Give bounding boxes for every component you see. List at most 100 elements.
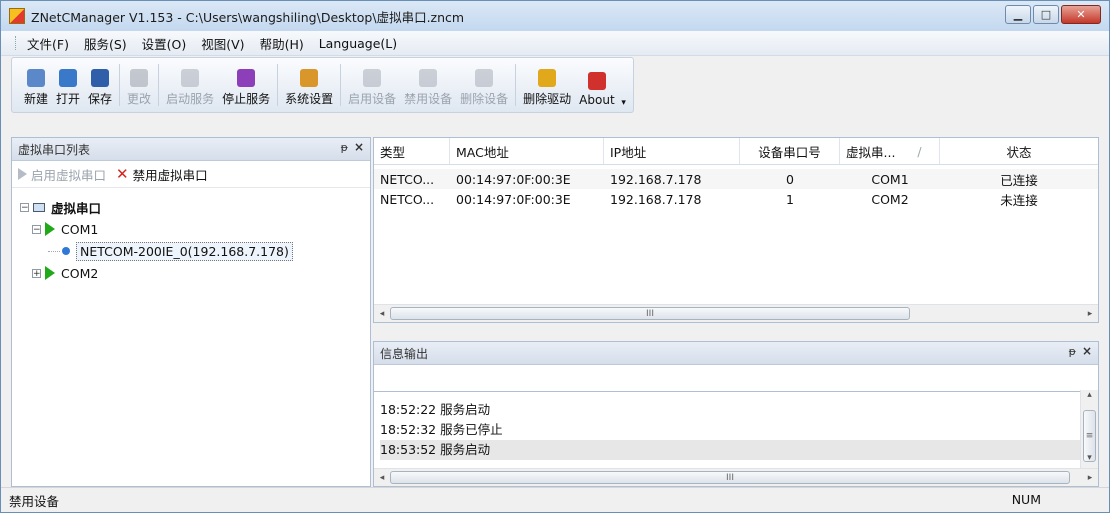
- output-pane-title: 信息输出: [380, 346, 429, 361]
- app-logo-icon: [9, 8, 25, 24]
- title-bar: ZNetCManager V1.153 - C:\Users\wangshili…: [1, 1, 1109, 31]
- edit-icon: [130, 69, 149, 87]
- enable-virtual-port-label: 启用虚拟串口: [31, 167, 107, 183]
- menu-grip-icon: [15, 36, 19, 50]
- minimize-button[interactable]: ▁: [1005, 5, 1031, 24]
- window-controls: ▁ □ ✕: [1005, 5, 1101, 24]
- log-line: 18:52:32 服务已停止: [380, 422, 503, 437]
- green-play-icon: [45, 266, 55, 280]
- menu-view[interactable]: 视图(V): [201, 34, 244, 53]
- disable-virtual-port-button[interactable]: ✕ 禁用虚拟串口: [116, 165, 208, 184]
- edit-button[interactable]: 更改: [123, 58, 155, 112]
- system-settings-button[interactable]: 系统设置: [281, 58, 337, 112]
- output-pane: 信息输出 ᵽ × 18:52:22 服务启动 18:52:32 服务已停止 18…: [373, 341, 1099, 487]
- save-button-label: 保存: [88, 92, 113, 106]
- scroll-left-icon[interactable]: ◂: [374, 309, 390, 319]
- scroll-left-icon[interactable]: ◂: [374, 473, 390, 483]
- pane-close-icon[interactable]: ×: [1082, 344, 1092, 358]
- open-button[interactable]: 打开: [52, 58, 84, 112]
- expand-icon[interactable]: +: [32, 268, 41, 278]
- tree-root-label: 虚拟串口: [51, 200, 102, 216]
- tree-item-com1[interactable]: − COM1: [20, 218, 370, 240]
- start-service-label: 启动服务: [166, 92, 215, 106]
- new-button[interactable]: 新建: [20, 58, 52, 112]
- menu-file[interactable]: 文件(F): [27, 34, 69, 53]
- cell-virtual-port: COM1: [871, 171, 909, 187]
- pane-close-icon[interactable]: ×: [354, 140, 364, 154]
- enable-virtual-port-button[interactable]: 启用虚拟串口: [18, 165, 106, 184]
- about-icon: [587, 72, 606, 90]
- scroll-right-icon[interactable]: ▸: [1082, 473, 1098, 483]
- disable-device-button[interactable]: 禁用设备: [400, 58, 456, 112]
- close-button[interactable]: ✕: [1061, 5, 1101, 24]
- toolbar-overflow-icon[interactable]: ▾: [619, 58, 629, 112]
- tree-item-device-label: NETCOM-200IE_0(192.168.7.178): [76, 241, 293, 261]
- pane-toolbar: 启用虚拟串口 ✕ 禁用虚拟串口: [12, 161, 370, 188]
- status-text: 禁用设备: [9, 493, 60, 509]
- scroll-track[interactable]: III: [390, 469, 1082, 486]
- menu-settings[interactable]: 设置(O): [142, 34, 187, 53]
- scroll-thumb[interactable]: III: [390, 307, 910, 320]
- pin-icon[interactable]: ᵽ: [341, 141, 348, 154]
- stop-service-label: 停止服务: [222, 92, 271, 106]
- stop-service-icon: [237, 69, 256, 87]
- enable-device-button[interactable]: 启用设备: [344, 58, 400, 112]
- cell-device-port: 1: [786, 191, 794, 207]
- about-button[interactable]: About: [575, 58, 618, 112]
- device-table: 类型 MAC地址 IP地址 设备串口号 虚拟串... / 状态 NETCO...…: [373, 137, 1099, 323]
- scroll-up-icon[interactable]: ▴: [1081, 390, 1098, 406]
- delete-device-icon: [475, 69, 494, 87]
- tree-item-com2[interactable]: + COM2: [20, 262, 370, 284]
- table-row[interactable]: NETCO... 00:14:97:0F:00:3E 192.168.7.178…: [374, 189, 1098, 209]
- toolbar-separator: [515, 64, 517, 106]
- menu-help[interactable]: 帮助(H): [260, 34, 304, 53]
- cell-ip: 192.168.7.178: [610, 171, 702, 187]
- collapse-icon[interactable]: −: [32, 224, 41, 234]
- horizontal-scrollbar[interactable]: ◂ III ▸: [374, 468, 1098, 486]
- disable-device-label: 禁用设备: [404, 92, 453, 106]
- start-service-button[interactable]: 启动服务: [162, 58, 218, 112]
- scroll-down-icon[interactable]: ▾: [1081, 453, 1098, 469]
- tree-item-device[interactable]: NETCOM-200IE_0(192.168.7.178): [20, 240, 370, 262]
- column-device-port[interactable]: 设备串口号: [740, 138, 840, 164]
- output-pane-header: 信息输出 ᵽ ×: [374, 342, 1098, 365]
- tree-item-com1-label: COM1: [61, 221, 99, 237]
- disable-device-icon: [419, 69, 438, 87]
- horizontal-scrollbar[interactable]: ◂ III ▸: [374, 304, 1098, 322]
- column-status[interactable]: 状态: [940, 138, 1098, 164]
- delete-device-button[interactable]: 删除设备: [456, 58, 512, 112]
- column-virtual-port[interactable]: 虚拟串... /: [840, 138, 940, 164]
- system-settings-label: 系统设置: [285, 92, 334, 106]
- device-dot-icon: [62, 247, 70, 255]
- scroll-thumb[interactable]: III: [390, 471, 1070, 484]
- table-row[interactable]: NETCO... 00:14:97:0F:00:3E 192.168.7.178…: [374, 169, 1098, 189]
- table-header: 类型 MAC地址 IP地址 设备串口号 虚拟串... / 状态: [374, 138, 1098, 165]
- status-bar: 禁用设备 NUM: [1, 487, 1109, 512]
- new-button-label: 新建: [24, 92, 49, 106]
- tree-root[interactable]: − 虚拟串口: [20, 196, 370, 218]
- output-blank-row: [374, 365, 1098, 392]
- scroll-right-icon[interactable]: ▸: [1082, 309, 1098, 319]
- menu-language[interactable]: Language(L): [319, 36, 397, 51]
- menu-service[interactable]: 服务(S): [84, 34, 127, 53]
- save-button[interactable]: 保存: [84, 58, 116, 112]
- delete-driver-button[interactable]: 删除驱动: [519, 58, 575, 112]
- column-ip[interactable]: IP地址: [604, 138, 740, 164]
- edit-button-label: 更改: [127, 92, 152, 106]
- pin-icon[interactable]: ᵽ: [1069, 345, 1076, 358]
- about-label: About: [579, 93, 615, 107]
- maximize-button[interactable]: □: [1033, 5, 1059, 24]
- scroll-track[interactable]: III: [390, 305, 1082, 322]
- cell-mac: 00:14:97:0F:00:3E: [456, 191, 571, 207]
- start-service-icon: [181, 69, 200, 87]
- vertical-scrollbar[interactable]: ▴ ≡ ▾: [1080, 390, 1098, 469]
- log-line: 18:53:52 服务启动: [380, 440, 1080, 460]
- column-type[interactable]: 类型: [374, 138, 450, 164]
- sort-indicator-icon: /: [917, 143, 922, 159]
- collapse-icon[interactable]: −: [20, 202, 29, 212]
- cell-device-port: 0: [786, 171, 794, 187]
- cell-status: 未连接: [1000, 192, 1038, 208]
- column-mac[interactable]: MAC地址: [450, 138, 604, 164]
- stop-service-button[interactable]: 停止服务: [218, 58, 274, 112]
- cell-type: NETCO...: [380, 191, 435, 207]
